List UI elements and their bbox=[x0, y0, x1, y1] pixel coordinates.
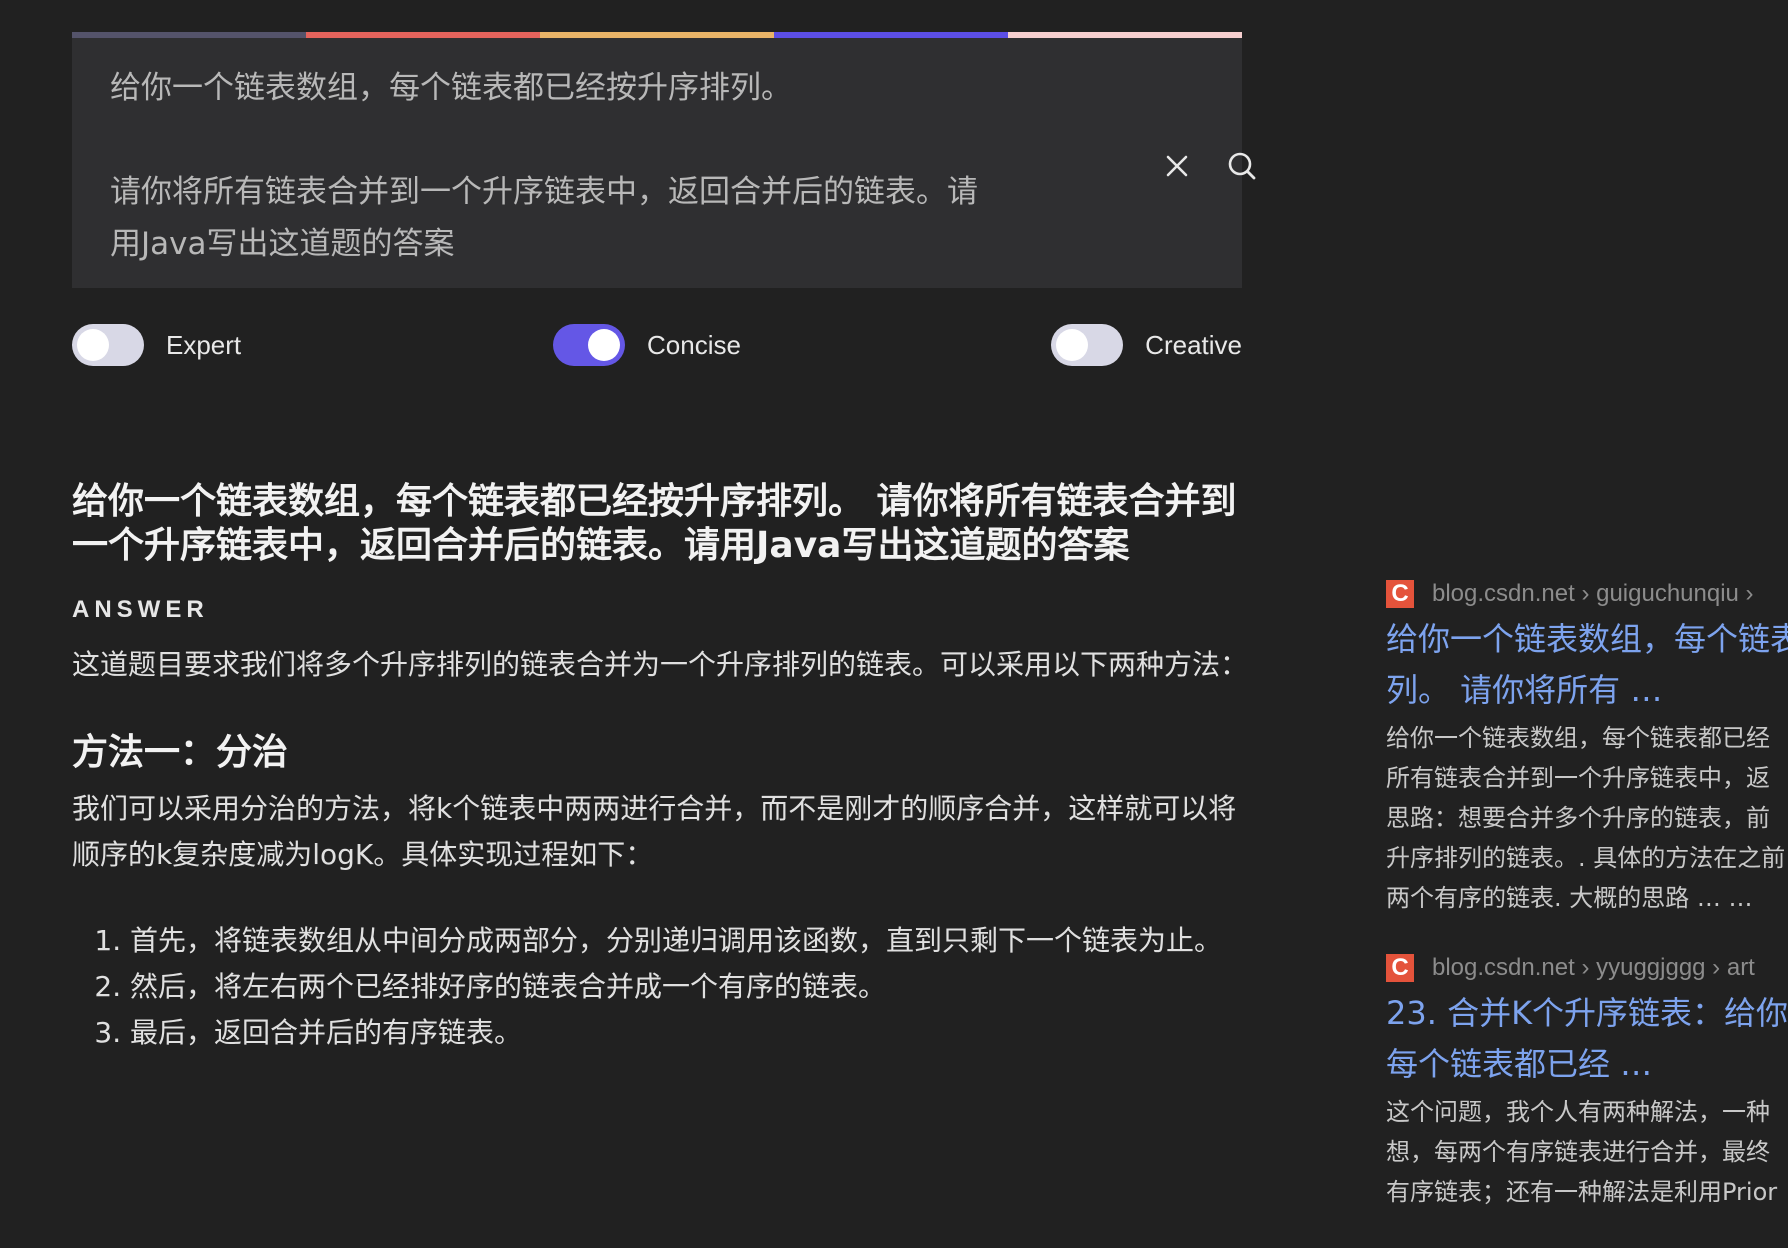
answer-label: ANSWER bbox=[72, 596, 209, 623]
toggle-concise[interactable]: Concise bbox=[553, 322, 741, 368]
switch-knob bbox=[77, 329, 109, 361]
expert-switch[interactable] bbox=[72, 324, 144, 366]
snippet-line: 思路：想要合并多个升序的链表，前 bbox=[1386, 804, 1770, 832]
switch-knob bbox=[1056, 329, 1089, 361]
creative-label: Creative bbox=[1145, 329, 1242, 360]
source-header: C blog.csdn.net › guiguchunqiu › bbox=[1386, 580, 1788, 608]
answer-intro: 这道题目要求我们将多个升序排列的链表合并为一个升序排列的链表。可以采用以下两种方… bbox=[72, 648, 1249, 681]
query-box[interactable]: 给你一个链表数组，每个链表都已经按升序排列。 请你将所有链表合并到一个升序链表中… bbox=[72, 32, 1256, 288]
switch-knob bbox=[588, 329, 620, 361]
steps-list: 首先，将链表数组从中间分成两部分，分别递归调用该函数，直到只剩下一个链表为止。 … bbox=[72, 918, 1252, 1056]
source-title-line: 给你一个链表数组，每个链表 bbox=[1386, 620, 1788, 658]
accent-segment bbox=[774, 32, 1008, 38]
list-item: 然后，将左右两个已经排好序的链表合并成一个有序的链表。 bbox=[130, 964, 1252, 1010]
accent-segment bbox=[306, 32, 540, 38]
source-title-line: 每个链表都已经 … bbox=[1386, 1045, 1653, 1083]
source-title-line: 列。 请你将所有 … bbox=[1386, 671, 1663, 709]
source-header: C blog.csdn.net › yyuggjggg › art bbox=[1386, 954, 1788, 982]
snippet-line: 有序链表；还有一种解法是利用Prior bbox=[1386, 1178, 1778, 1206]
source-snippet: 给你一个链表数组，每个链表都已经 所有链表合并到一个升序链表中，返 思路：想要合… bbox=[1386, 718, 1788, 918]
toggle-expert[interactable]: Expert bbox=[72, 322, 241, 368]
snippet-line: 想，每两个有序链表进行合并，最终 bbox=[1386, 1138, 1770, 1166]
question-title: 给你一个链表数组，每个链表都已经按升序排列。 请你将所有链表合并到一个升序链表中… bbox=[72, 481, 1237, 566]
accent-bar bbox=[72, 32, 1242, 38]
search-icon bbox=[1228, 152, 1256, 180]
csdn-icon: C bbox=[1386, 580, 1414, 608]
accent-segment bbox=[72, 32, 306, 38]
snippet-line: 升序排列的链表。. 具体的方法在之前 bbox=[1386, 844, 1786, 872]
source-snippet: 这个问题，我个人有两种解法，一种 想，每两个有序链表进行合并，最终 有序链表；还… bbox=[1386, 1092, 1788, 1212]
clear-button[interactable] bbox=[1155, 144, 1199, 188]
creative-switch[interactable] bbox=[1051, 324, 1124, 366]
source-card[interactable]: C blog.csdn.net › yyuggjggg › art 23. 合并… bbox=[1386, 954, 1788, 1212]
snippet-line: 这个问题，我个人有两种解法，一种 bbox=[1386, 1098, 1770, 1126]
list-item: 首先，将链表数组从中间分成两部分，分别递归调用该函数，直到只剩下一个链表为止。 bbox=[130, 918, 1252, 964]
search-button[interactable] bbox=[1220, 144, 1264, 188]
csdn-icon: C bbox=[1386, 954, 1414, 982]
source-title[interactable]: 23. 合并K个升序链表：给你一 每个链表都已经 … bbox=[1386, 988, 1788, 1090]
source-title[interactable]: 给你一个链表数组，每个链表 列。 请你将所有 … bbox=[1386, 614, 1788, 716]
snippet-line: 两个有序的链表. 大概的思路 … … bbox=[1386, 884, 1753, 912]
toggle-creative[interactable]: Creative bbox=[1051, 322, 1242, 368]
source-domain[interactable]: blog.csdn.net › guiguchunqiu › bbox=[1432, 580, 1754, 608]
list-item: 最后，返回合并后的有序链表。 bbox=[130, 1010, 1252, 1056]
mode-toggles: Expert Concise Creative bbox=[72, 322, 1242, 368]
answer-area: 给你一个链表数组，每个链表都已经按升序排列。 请你将所有链表合并到一个升序链表中… bbox=[72, 480, 1252, 1056]
source-card[interactable]: C blog.csdn.net › guiguchunqiu › 给你一个链表数… bbox=[1386, 580, 1788, 918]
source-title-line: 23. 合并K个升序链表：给你一 bbox=[1386, 994, 1788, 1032]
snippet-line: 所有链表合并到一个升序链表中，返 bbox=[1386, 764, 1770, 792]
sources-panel: C blog.csdn.net › guiguchunqiu › 给你一个链表数… bbox=[1386, 580, 1788, 1248]
accent-segment bbox=[1008, 32, 1242, 38]
close-icon bbox=[1166, 155, 1188, 177]
source-domain[interactable]: blog.csdn.net › yyuggjggg › art bbox=[1432, 954, 1755, 982]
concise-switch[interactable] bbox=[553, 324, 625, 366]
expert-label: Expert bbox=[166, 329, 242, 360]
snippet-line: 给你一个链表数组，每个链表都已经 bbox=[1386, 724, 1770, 752]
query-input[interactable]: 给你一个链表数组，每个链表都已经按升序排列。 请你将所有链表合并到一个升序链表中… bbox=[110, 62, 1030, 270]
concise-label: Concise bbox=[647, 329, 741, 360]
method1-heading: 方法一：分治 bbox=[72, 732, 289, 773]
accent-segment bbox=[540, 32, 774, 38]
method1-description: 我们可以采用分治的方法，将k个链表中两两进行合并，而不是刚才的顺序合并，这样就可… bbox=[72, 792, 1237, 871]
